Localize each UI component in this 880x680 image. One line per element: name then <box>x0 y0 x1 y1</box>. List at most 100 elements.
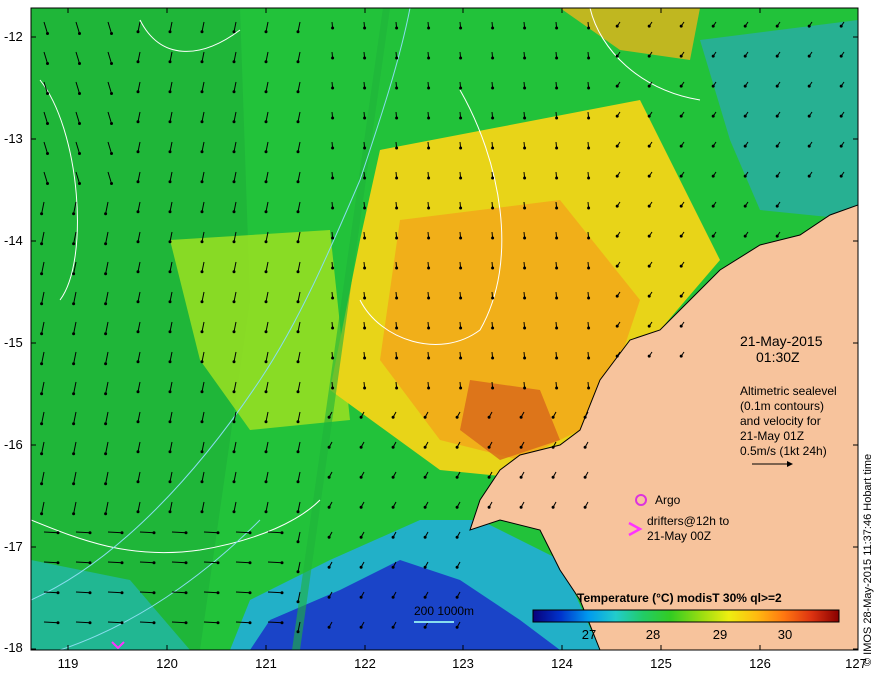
velocity-arrow-head <box>743 84 747 88</box>
velocity-arrow-head <box>679 264 683 268</box>
velocity-arrow-head <box>775 84 779 88</box>
velocity-arrow-head <box>519 445 523 449</box>
velocity-arrow-head <box>331 116 335 120</box>
velocity-arrow-head <box>110 32 113 35</box>
velocity-arrow-head <box>78 92 81 95</box>
velocity-arrow-head <box>104 362 108 366</box>
velocity-arrow-head <box>491 56 495 60</box>
velocity-arrow-head <box>427 86 431 90</box>
velocity-arrow-head <box>200 420 204 424</box>
colorbar-tick: 27 <box>581 627 597 642</box>
velocity-arrow-head <box>487 505 491 509</box>
velocity-arrow-head <box>327 415 331 419</box>
velocity-arrow-head <box>487 415 491 419</box>
velocity-arrow-head <box>136 210 140 214</box>
velocity-arrow-head <box>110 152 113 155</box>
velocity-arrow <box>139 531 155 534</box>
velocity-arrow-head <box>184 531 188 535</box>
velocity-arrow-head <box>264 60 268 64</box>
velocity-arrow-head <box>491 206 495 210</box>
velocity-arrow-head <box>427 56 431 60</box>
velocity-arrow-head <box>104 212 108 216</box>
velocity-arrow-head <box>331 206 335 210</box>
velocity-arrow-head <box>555 326 559 330</box>
velocity-arrow-head <box>459 326 463 330</box>
x-tick-label: 125 <box>650 656 672 671</box>
velocity-arrow-head <box>40 362 44 366</box>
velocity-arrow-head <box>711 114 715 118</box>
velocity-arrow-head <box>104 422 108 426</box>
velocity-arrow-head <box>331 26 335 30</box>
velocity-arrow-head <box>136 360 140 364</box>
velocity-arrow <box>203 531 219 534</box>
velocity-arrow-head <box>455 445 459 449</box>
velocity-arrow-head <box>136 330 140 334</box>
velocity-arrow-head <box>523 296 527 300</box>
velocity-arrow-head <box>104 242 108 246</box>
velocity-arrow-head <box>296 90 300 94</box>
velocity-arrow-head <box>200 480 204 484</box>
velocity-arrow-head <box>523 146 527 150</box>
velocity-arrow-head <box>839 114 843 118</box>
velocity-arrow-head <box>264 360 268 364</box>
velocity-arrow-head <box>184 621 188 625</box>
velocity-arrow <box>107 561 123 564</box>
velocity-arrow-head <box>78 152 81 155</box>
velocity-arrow-head <box>711 174 715 178</box>
velocity-arrow-head <box>459 266 463 270</box>
velocity-arrow-head <box>615 204 619 208</box>
velocity-arrow-head <box>647 54 651 58</box>
velocity-arrow-head <box>264 300 268 304</box>
velocity-arrow-head <box>120 531 124 535</box>
velocity-arrow-head <box>264 30 268 34</box>
velocity-arrow-head <box>88 561 92 565</box>
velocity-arrow-head <box>555 116 559 120</box>
velocity-arrow-head <box>168 60 172 64</box>
velocity-arrow-head <box>136 90 140 94</box>
velocity-arrow-head <box>679 204 683 208</box>
velocity-arrow-head <box>40 422 44 426</box>
velocity-arrow-head <box>391 505 395 509</box>
velocity-arrow-head <box>523 56 527 60</box>
velocity-arrow-head <box>78 182 81 185</box>
velocity-arrow-head <box>491 176 495 180</box>
x-tick-label: 123 <box>452 656 474 671</box>
velocity-arrow-head <box>359 595 363 599</box>
velocity-arrow-head <box>615 174 619 178</box>
velocity-arrow-head <box>264 240 268 244</box>
velocity-arrow <box>171 621 187 624</box>
velocity-arrow-head <box>327 475 331 479</box>
velocity-arrow-head <box>523 176 527 180</box>
velocity-arrow-head <box>395 296 399 300</box>
velocity-arrow-head <box>391 475 395 479</box>
velocity-arrow-head <box>232 480 236 484</box>
velocity-arrow-head <box>743 144 747 148</box>
velocity-arrow-head <box>232 210 236 214</box>
velocity-arrow-head <box>423 505 427 509</box>
velocity-arrow-head <box>427 356 431 360</box>
velocity-arrow-head <box>200 330 204 334</box>
velocity-arrow-head <box>839 174 843 178</box>
velocity-arrow-head <box>331 146 335 150</box>
velocity-arrow-head <box>264 510 268 514</box>
velocity-arrow-head <box>40 512 44 516</box>
velocity-arrow-head <box>152 621 156 625</box>
velocity-arrow-head <box>647 294 651 298</box>
velocity-arrow-head <box>395 326 399 330</box>
velocity-arrow-head <box>807 24 811 28</box>
velocity-arrow-head <box>647 24 651 28</box>
velocity-arrow-head <box>136 180 140 184</box>
velocity-arrow <box>267 531 283 534</box>
velocity-arrow-head <box>280 531 284 535</box>
velocity-arrow-head <box>551 415 555 419</box>
velocity-arrow-head <box>491 326 495 330</box>
velocity-arrow-head <box>647 264 651 268</box>
velocity-arrow-head <box>743 24 747 28</box>
velocity-arrow-head <box>455 625 459 629</box>
velocity-arrow-head <box>519 415 523 419</box>
velocity-arrow-head <box>363 296 367 300</box>
velocity-arrow-head <box>200 180 204 184</box>
velocity-arrow-head <box>56 591 60 595</box>
velocity-arrow-head <box>136 60 140 64</box>
y-tick-label: -16 <box>4 437 23 452</box>
